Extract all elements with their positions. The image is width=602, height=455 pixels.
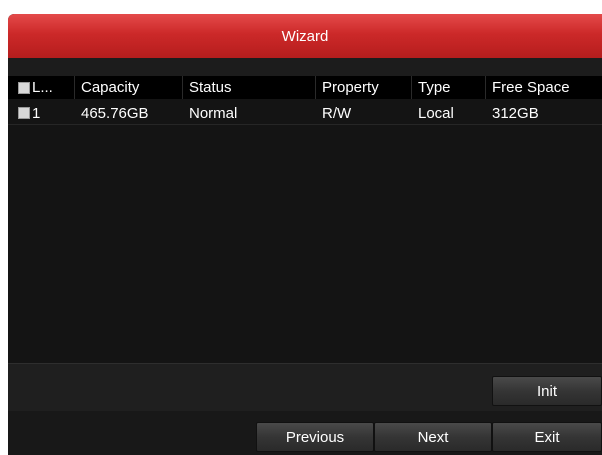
column-header-label[interactable]: L... bbox=[8, 76, 75, 99]
spacer bbox=[8, 58, 602, 76]
column-header-free-space[interactable]: Free Space bbox=[486, 76, 602, 99]
column-header-capacity[interactable]: Capacity bbox=[75, 76, 183, 99]
navigation-bar: Previous Next Exit bbox=[8, 411, 602, 455]
row-property: R/W bbox=[322, 104, 352, 122]
wizard-window: Wizard L... Capacity Status Property Typ… bbox=[8, 14, 602, 455]
column-header-type[interactable]: Type bbox=[412, 76, 486, 99]
table-row[interactable]: 1 465.76GB Normal R/W Local 312GB bbox=[8, 101, 602, 125]
select-all-checkbox[interactable] bbox=[18, 81, 30, 94]
next-button[interactable]: Next bbox=[374, 422, 492, 452]
previous-button[interactable]: Previous bbox=[256, 422, 374, 452]
column-header-status[interactable]: Status bbox=[183, 76, 316, 99]
row-type: Local bbox=[418, 104, 454, 122]
column-header-property[interactable]: Property bbox=[316, 76, 412, 99]
row-checkbox[interactable] bbox=[18, 107, 30, 119]
row-status: Normal bbox=[189, 104, 238, 122]
init-button[interactable]: Init bbox=[492, 376, 602, 406]
action-bar: Init bbox=[8, 364, 602, 411]
row-capacity: 465.76GB bbox=[81, 104, 149, 122]
column-header-label-text: L... bbox=[32, 79, 53, 96]
row-free-space: 312GB bbox=[492, 104, 539, 122]
row-label: 1 bbox=[32, 104, 41, 122]
window-title: Wizard bbox=[8, 14, 602, 58]
hdd-table: L... Capacity Status Property Type Free … bbox=[8, 76, 602, 364]
exit-button[interactable]: Exit bbox=[492, 422, 602, 452]
row-label-cell[interactable]: 1 bbox=[8, 101, 75, 125]
table-header: L... Capacity Status Property Type Free … bbox=[8, 76, 602, 99]
